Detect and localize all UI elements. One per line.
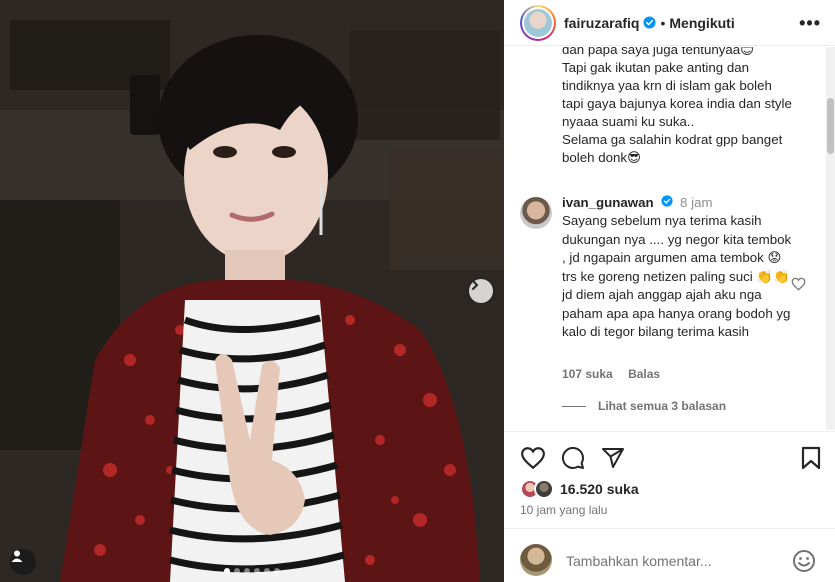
caption-line: Selama ga salahin kodrat gpp banget — [562, 132, 783, 147]
carousel-dot — [224, 568, 230, 574]
bookmark-icon — [801, 446, 821, 470]
user-tag-button[interactable] — [10, 549, 36, 575]
carousel-dot — [244, 568, 250, 574]
author-username[interactable]: fairuzarafiq — [564, 15, 639, 31]
verified-badge-icon — [661, 195, 673, 207]
comment-header: ivan_gunawan 8 jam — [562, 194, 713, 212]
reply-button[interactable]: Balas — [628, 367, 660, 381]
caption-line: tapi gaya bajunya korea india dan style — [562, 96, 792, 111]
user-tag-icon — [11, 550, 23, 562]
carousel-dot — [274, 568, 280, 574]
post-photo — [0, 0, 504, 582]
add-comment-bar — [504, 528, 835, 582]
comment-text: Sayang sebelum nya terima kasih dukungan… — [562, 213, 792, 339]
caption-line: dan papa saya juga tentunyaa😊 — [562, 47, 755, 57]
verified-badge-icon — [643, 16, 657, 29]
emoji-icon — [793, 550, 815, 572]
carousel-dot — [234, 568, 240, 574]
view-replies-label: Lihat semua 3 balasan — [598, 399, 727, 413]
current-user-avatar — [520, 544, 552, 576]
share-button[interactable] — [601, 446, 625, 475]
save-button[interactable] — [801, 446, 821, 475]
likes-summary[interactable]: 16.520 suka — [520, 479, 639, 499]
post-side-panel: fairuzarafiq • Mengikuti ••• dan papa sa… — [504, 0, 835, 582]
scrollbar-thumb[interactable] — [827, 98, 834, 154]
post-header: fairuzarafiq • Mengikuti ••• — [504, 0, 835, 46]
commenter-avatar[interactable] — [520, 197, 552, 229]
caption-line: boleh donk😎 — [562, 150, 641, 165]
share-icon — [602, 448, 624, 468]
replies-divider — [562, 405, 586, 407]
more-options-button[interactable]: ••• — [799, 13, 821, 34]
view-replies-button[interactable]: Lihat semua 3 balasan — [562, 399, 726, 413]
comment-icon — [561, 446, 584, 469]
likes-count[interactable]: 16.520 suka — [560, 481, 639, 497]
comment-like-button[interactable] — [791, 277, 806, 296]
emoji-button[interactable] — [792, 549, 816, 578]
header-separator: • — [660, 14, 666, 31]
caption-line: Tapi gak ikutan pake anting dan — [562, 60, 750, 75]
caption-line: nyaaa suami ku suka.. — [562, 114, 695, 129]
comment-time: 8 jam — [680, 195, 713, 210]
heart-icon — [521, 447, 545, 470]
caption-line: tindiknya yaa krn di islam gak boleh — [562, 78, 772, 93]
carousel-dot — [264, 568, 270, 574]
heart-icon — [791, 277, 806, 291]
like-button[interactable] — [520, 446, 546, 475]
add-comment-input[interactable] — [566, 553, 776, 569]
post-image — [0, 0, 504, 582]
comment-meta: 107 suka Balas — [562, 367, 672, 381]
author-avatar[interactable] — [520, 4, 556, 41]
commenter-username[interactable]: ivan_gunawan — [562, 195, 654, 210]
comments-list[interactable]: dan papa saya juga tentunyaa😊 Tapi gak i… — [504, 47, 835, 430]
liker-avatar — [534, 479, 554, 499]
post-timestamp[interactable]: 10 jam yang lalu — [520, 503, 607, 517]
comment-likes-count[interactable]: 107 suka — [562, 367, 613, 381]
carousel-dot — [254, 568, 260, 574]
following-button[interactable]: Mengikuti — [669, 15, 734, 31]
comment-button[interactable] — [561, 446, 585, 475]
carousel-next-button[interactable] — [469, 279, 493, 303]
chevron-right-icon — [472, 280, 479, 290]
carousel-indicator — [0, 568, 504, 574]
